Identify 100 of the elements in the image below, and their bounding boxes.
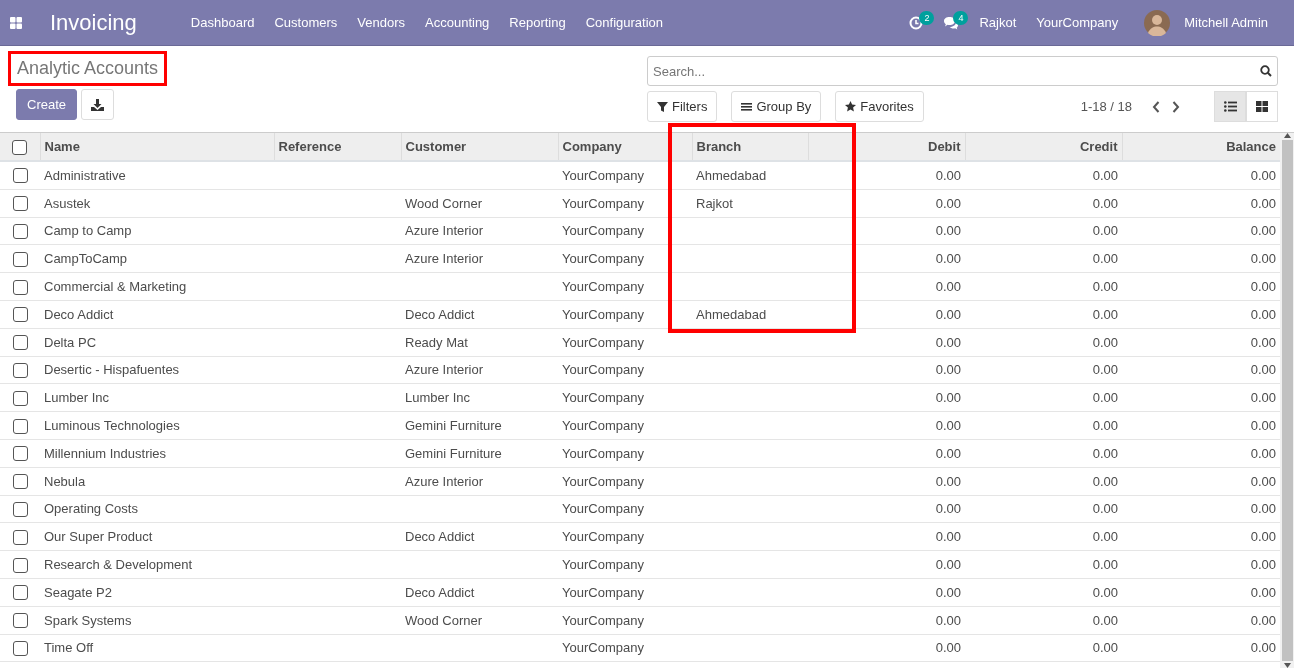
scrollbar[interactable] (1280, 133, 1294, 668)
table-cell: 0.00 (808, 356, 965, 384)
chat-icon[interactable] (943, 15, 960, 30)
app-name[interactable]: Invoicing (50, 9, 137, 36)
table-cell: 0.00 (965, 161, 1122, 190)
table-cell: 0.00 (808, 189, 965, 218)
menu-item[interactable]: Configuration (575, 15, 674, 30)
table-cell: YourCompany (558, 467, 692, 496)
column-header[interactable]: Debit (808, 133, 965, 161)
row-checkbox[interactable] (12, 529, 28, 545)
row-checkbox[interactable] (12, 418, 28, 434)
row-checkbox[interactable] (12, 640, 28, 656)
table-cell: YourCompany (558, 550, 692, 579)
table-cell: 0.00 (965, 356, 1122, 384)
row-checkbox[interactable] (12, 196, 28, 212)
search-icon[interactable] (1260, 65, 1272, 77)
table-cell: Seagate P2 (40, 578, 274, 607)
table-cell: Operating Costs (40, 495, 274, 523)
select-all-checkbox[interactable] (12, 139, 28, 155)
list-view-button[interactable] (1214, 91, 1246, 122)
menu-item[interactable]: Reporting (499, 15, 576, 30)
table-cell: Spark Systems (40, 606, 274, 635)
table-cell: Ahmedabad (692, 161, 808, 190)
table-cell: Gemini Furniture (401, 411, 558, 440)
table-cell: 0.00 (808, 411, 965, 440)
menu-item[interactable]: Customers (264, 15, 348, 30)
column-header[interactable]: Reference (274, 133, 401, 161)
row-checkbox[interactable] (12, 363, 28, 378)
table-cell: 0.00 (965, 411, 1122, 440)
kanban-view-button[interactable] (1246, 91, 1278, 122)
menu-item[interactable]: Accounting (415, 15, 500, 30)
filter-menu-button[interactable]: Favorites (835, 91, 924, 122)
apps-menu-icon[interactable] (10, 16, 22, 29)
column-header[interactable]: Company (558, 133, 692, 161)
row-checkbox[interactable] (12, 557, 28, 573)
menu-item[interactable]: Dashboard (180, 15, 265, 30)
table-cell: Delta PC (40, 328, 274, 357)
row-checkbox[interactable] (12, 168, 28, 184)
table-cell: YourCompany (558, 189, 692, 218)
column-header[interactable]: Balance (1122, 133, 1280, 161)
table-cell: Administrative (40, 161, 274, 190)
table-cell: 0.00 (965, 634, 1122, 662)
grid-icon (1256, 101, 1268, 112)
table-cell: YourCompany (558, 411, 692, 440)
row-checkbox[interactable] (12, 474, 28, 490)
table-cell: YourCompany (558, 439, 692, 468)
scroll-up-icon[interactable] (1283, 133, 1291, 138)
scroll-down-icon[interactable] (1283, 663, 1291, 668)
row-checkbox[interactable] (12, 224, 28, 239)
table-cell: 0.00 (808, 522, 965, 551)
row-checkbox[interactable] (12, 335, 28, 351)
table-cell: Research & Development (40, 550, 274, 579)
company-switcher[interactable]: YourCompany (1026, 15, 1129, 30)
filter-menu-button[interactable]: Filters (647, 91, 718, 122)
star-icon (845, 101, 857, 112)
table-cell: YourCompany (558, 244, 692, 273)
user-name[interactable]: Mitchell Admin (1174, 15, 1278, 30)
table-cell: Deco Addict (40, 300, 274, 329)
table-cell: YourCompany (558, 272, 692, 301)
row-checkbox[interactable] (12, 613, 28, 629)
table-cell: Deco Addict (401, 300, 558, 329)
table-cell: 0.00 (965, 522, 1122, 551)
avatar-icon[interactable] (1144, 9, 1171, 36)
table-cell: 0.00 (808, 244, 965, 273)
download-button[interactable] (81, 89, 115, 120)
row-checkbox[interactable] (12, 446, 28, 462)
table-cell: YourCompany (558, 161, 692, 190)
message-count-badge: 4 (953, 10, 969, 25)
row-checkbox[interactable] (12, 390, 28, 406)
table-cell: Ahmedabad (692, 300, 808, 329)
row-checkbox[interactable] (12, 585, 28, 601)
table-cell: Camp to Camp (40, 217, 274, 245)
table-cell: Deco Addict (401, 522, 558, 551)
row-checkbox[interactable] (12, 502, 28, 517)
menu-item[interactable]: Vendors (347, 15, 415, 30)
table-cell: 0.00 (965, 467, 1122, 496)
column-header[interactable]: Credit (965, 133, 1122, 161)
row-checkbox[interactable] (12, 251, 28, 267)
row-checkbox[interactable] (12, 279, 28, 295)
page-title: Analytic Accounts (8, 51, 168, 86)
clock-icon[interactable] (909, 15, 924, 30)
column-header[interactable]: Branch (692, 133, 808, 161)
table-cell: YourCompany (558, 328, 692, 357)
table-cell: YourCompany (558, 522, 692, 551)
table-cell: Azure Interior (401, 244, 558, 273)
pager-value: 1-18 / 18 (1080, 99, 1132, 114)
table-cell: YourCompany (558, 578, 692, 607)
column-header[interactable]: Name (40, 133, 274, 161)
create-button[interactable]: Create (16, 89, 78, 120)
search-field[interactable]: Search... (647, 56, 1278, 86)
filter-menu-button[interactable]: Group By (731, 91, 822, 122)
chevron-right-icon (1172, 100, 1180, 113)
table-cell: 0.00 (965, 300, 1122, 329)
branch-switcher[interactable]: Rajkot (969, 15, 1027, 30)
column-header[interactable]: Customer (401, 133, 558, 161)
table-cell: 0.00 (808, 550, 965, 579)
table-cell: YourCompany (558, 495, 692, 523)
table-cell: Wood Corner (401, 606, 558, 635)
row-checkbox[interactable] (12, 307, 28, 323)
table-cell: 0.00 (965, 578, 1122, 607)
